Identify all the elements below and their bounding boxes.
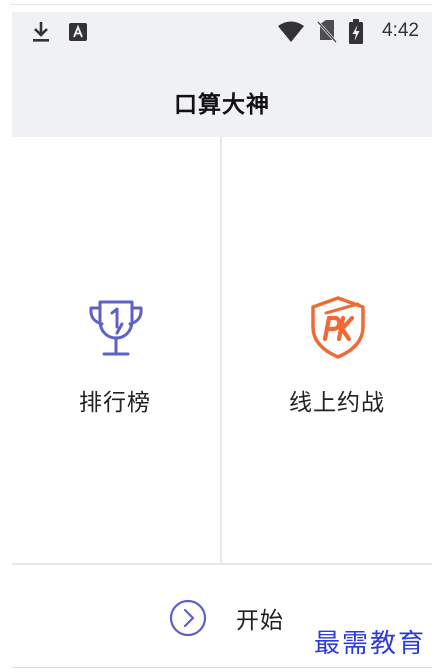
top-divider — [10, 4, 432, 5]
battery-charging-icon — [349, 19, 363, 44]
keyboard-a-icon — [69, 23, 87, 41]
status-time: 4:42 — [382, 20, 419, 41]
panel-divider — [220, 137, 222, 564]
trophy-icon — [89, 300, 143, 356]
chevron-right-circle-icon — [169, 599, 207, 637]
pk-shield-icon — [311, 296, 365, 359]
leaderboard-label: 排行榜 — [79, 390, 151, 416]
start-label: 开始 — [236, 608, 284, 634]
bottom-divider — [12, 667, 432, 668]
leaderboard-panel[interactable]: 排行榜 — [12, 137, 221, 564]
download-icon — [33, 22, 49, 42]
online-battle-label: 线上约战 — [289, 390, 385, 416]
page-title: 口算大神 — [174, 92, 270, 118]
wifi-icon — [278, 21, 304, 42]
status-bar: 4:42 — [12, 12, 432, 52]
online-battle-panel[interactable]: 线上约战 — [223, 137, 432, 564]
no-sim-icon — [317, 20, 337, 43]
app-header: 口算大神 — [12, 52, 432, 137]
main-panels: 排行榜 线上约战 — [12, 137, 432, 564]
watermark-text: 最需教育 — [314, 629, 427, 659]
